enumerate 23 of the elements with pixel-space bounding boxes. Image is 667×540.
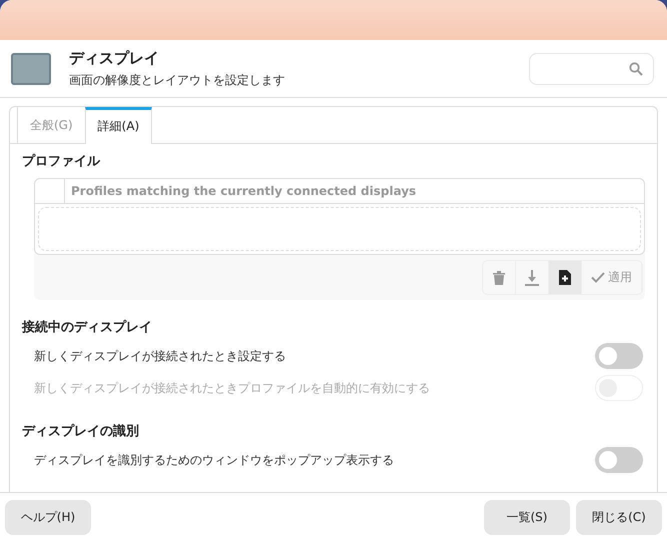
toggle-switch[interactable] (595, 343, 643, 369)
column-header: Profiles matching the currently connected displays (70, 184, 416, 198)
dialog-button[interactable]: 閉じる(C) (576, 500, 662, 535)
dialog-title: ディスプレイ (69, 48, 160, 68)
download-icon (525, 270, 539, 286)
section-heading: プロファイル (22, 152, 102, 170)
option-label: 新しくディスプレイが接続されたときプロファイルを自動的に有効にする (34, 380, 430, 396)
section-heading: ディスプレイの識別 (22, 422, 140, 440)
dialog-subtitle: 画面の解像度とレイアウトを設定します (69, 72, 286, 88)
tab[interactable]: 詳細(A) (84, 107, 152, 144)
trash-icon (493, 270, 505, 284)
section-heading: 接続中のディスプレイ (22, 318, 153, 336)
checkmark-icon (591, 272, 605, 283)
search-field[interactable] (529, 52, 654, 84)
option-label: ディスプレイを識別するためのウィンドウをポップアップ表示する (34, 452, 394, 468)
help-button[interactable]: ヘルプ(H) (5, 500, 91, 535)
new-document-icon (559, 270, 571, 285)
dialog-button[interactable]: 一覧(S) (484, 500, 570, 535)
search-icon (629, 62, 643, 76)
toggle-switch[interactable] (595, 447, 643, 473)
new-button[interactable] (549, 261, 582, 294)
option-label: 新しくディスプレイが接続されたとき設定する (34, 348, 286, 364)
monitor-icon (11, 52, 51, 84)
